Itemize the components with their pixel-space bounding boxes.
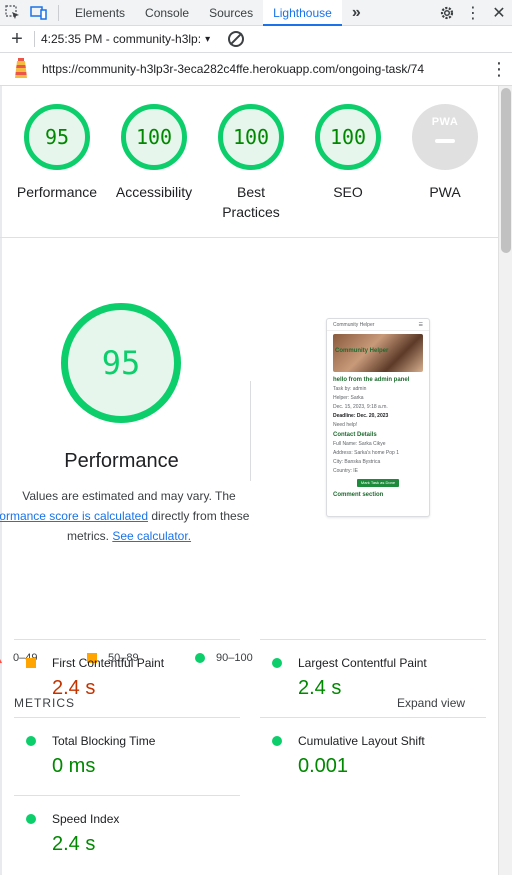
report-select-label: 4:25:35 PM - community-h3lp:	[41, 32, 202, 46]
scrollbar-thumb[interactable]	[501, 88, 511, 253]
thumb-menu-icon: ☰	[418, 321, 423, 328]
thumb-heading: hello from the admin panel	[333, 377, 410, 383]
category-gauges: 95 Performance 100 Accessibility 100 Bes…	[0, 86, 498, 238]
thumb-contact-heading: Contact Details	[333, 432, 377, 438]
gauge-pwa[interactable]: PWA PWA	[395, 104, 495, 202]
report-scrollbar[interactable]	[498, 86, 512, 875]
metric-name: Cumulative Layout Shift	[298, 734, 425, 748]
section-divider	[250, 381, 251, 481]
metric-name: Speed Index	[52, 812, 120, 826]
thumb-line: Need help!	[333, 422, 358, 428]
report-url: https://community-h3lp3r-3eca282c4ffe.he…	[42, 62, 425, 76]
gauge-seo[interactable]: 100 SEO	[298, 104, 398, 202]
estimate-text-3: metrics.	[66, 529, 109, 543]
metric-name: Largest Contentful Paint	[298, 656, 427, 670]
fail-triangle-icon	[0, 659, 2, 663]
gauge-best-practices-label: Best Practices	[222, 184, 280, 220]
tab-lighthouse[interactable]: Lighthouse	[263, 0, 342, 26]
metric-value: 2.4 s	[298, 677, 342, 699]
report-content: 95 Performance 100 Accessibility 100 Bes…	[0, 86, 498, 875]
pass-circle-icon	[272, 658, 282, 668]
pwa-dash-icon	[435, 139, 455, 143]
tab-elements[interactable]: Elements	[65, 0, 135, 26]
clear-reports-icon[interactable]	[228, 31, 245, 47]
devtools-tabbar: Elements Console Sources Lighthouse » ⋮ …	[0, 0, 512, 26]
metric-largest-contentful-paint: Largest Contentful Paint 2.4 s	[260, 639, 486, 717]
thumb-hero-image: Community Helper	[333, 334, 423, 372]
gauge-performance-score: 95	[24, 104, 90, 170]
gauge-pwa-label: PWA	[429, 184, 461, 200]
thumb-navbar: Community Helper ☰	[327, 319, 429, 331]
metric-name: First Contentful Paint	[52, 656, 165, 670]
thumb-line: Full Name: Sarka Cikye	[333, 441, 386, 447]
metric-first-contentful-paint: First Contentful Paint 2.4 s	[14, 639, 240, 717]
metric-value: 0.001	[298, 755, 349, 777]
settings-gear-icon[interactable]	[434, 0, 460, 26]
gauge-accessibility[interactable]: 100 Accessibility	[104, 104, 204, 202]
average-square-icon	[26, 658, 36, 668]
close-icon[interactable]: ✕	[486, 0, 512, 26]
estimate-text-1: Values are estimated and may vary. The	[22, 489, 236, 503]
gauge-seo-score: 100	[315, 104, 381, 170]
metric-value: 2.4 s	[52, 677, 96, 699]
pass-circle-icon	[272, 736, 282, 746]
metric-total-blocking-time: Total Blocking Time 0 ms	[14, 717, 240, 795]
gauge-performance-label: Performance	[16, 184, 98, 200]
gauge-accessibility-score: 100	[121, 104, 187, 170]
pwa-badge-icon: PWA	[412, 104, 478, 170]
estimate-text-2: directly from these	[151, 509, 250, 523]
more-tabs-icon[interactable]: »	[342, 0, 371, 26]
metric-cumulative-layout-shift: Cumulative Layout Shift 0.001	[260, 717, 486, 795]
thumb-brand: Community Helper	[333, 321, 375, 328]
report-toolbar: + 4:25:35 PM - community-h3lp: ▾	[0, 26, 512, 53]
more-options-icon[interactable]: ⋮	[460, 0, 486, 26]
toolbar-divider	[58, 4, 59, 21]
performance-title: Performance	[64, 450, 179, 472]
metric-speed-index: Speed Index 2.4 s	[14, 795, 240, 873]
lighthouse-logo-icon	[12, 57, 34, 82]
tab-console[interactable]: Console	[135, 0, 199, 26]
thumb-comment-heading: Comment section	[333, 492, 384, 498]
new-report-button[interactable]: +	[0, 28, 34, 51]
performance-estimate-note: Values are estimated and may vary. The p…	[0, 486, 258, 546]
report-select[interactable]: 4:25:35 PM - community-h3lp: ▾	[41, 32, 210, 46]
gauge-accessibility-label: Accessibility	[115, 184, 193, 200]
gauge-best-practices-score: 100	[218, 104, 284, 170]
report-url-bar: https://community-h3lp3r-3eca282c4ffe.he…	[0, 53, 512, 86]
score-calculated-link[interactable]: performance score is calculated	[0, 509, 148, 523]
tab-sources[interactable]: Sources	[199, 0, 263, 26]
thumb-line: Helper: Sarka	[333, 395, 364, 401]
gauge-best-practices[interactable]: 100 Best Practices	[201, 104, 301, 222]
chevron-down-icon: ▾	[205, 33, 211, 45]
thumb-line: Address: Sarka's home Pop 1	[333, 450, 399, 456]
thumb-hero-text: Community Helper	[335, 348, 389, 354]
thumb-mark-done-button: Mark Task as Done	[357, 479, 399, 487]
metric-value: 0 ms	[52, 755, 96, 777]
device-toolbar-icon[interactable]	[26, 0, 52, 26]
see-calculator-link[interactable]: See calculator.	[112, 529, 191, 543]
pwa-badge-text: PWA	[431, 116, 459, 128]
final-screenshot[interactable]: Community Helper ☰ Community Helper hell…	[326, 318, 430, 517]
performance-score-gauge: 95	[61, 303, 181, 423]
pass-circle-icon	[26, 814, 36, 824]
thumb-line: Country: IE	[333, 468, 359, 474]
thumb-line: Dec. 15, 2023, 9:18 a.m.	[333, 404, 388, 410]
pass-circle-icon	[26, 736, 36, 746]
thumb-line: Task by: admin	[333, 386, 367, 392]
report-menu-icon[interactable]: ⋮	[486, 59, 512, 80]
gauge-performance[interactable]: 95 Performance	[7, 104, 107, 202]
gauge-seo-label: SEO	[333, 184, 363, 200]
thumb-line: City: Banska Bystrica	[333, 459, 381, 465]
thumb-deadline: Deadline: Dec. 20, 2023	[333, 413, 389, 419]
toolbar-divider	[34, 31, 35, 47]
inspect-element-icon[interactable]	[0, 0, 26, 26]
metric-name: Total Blocking Time	[52, 734, 156, 748]
metric-value: 2.4 s	[52, 833, 96, 855]
